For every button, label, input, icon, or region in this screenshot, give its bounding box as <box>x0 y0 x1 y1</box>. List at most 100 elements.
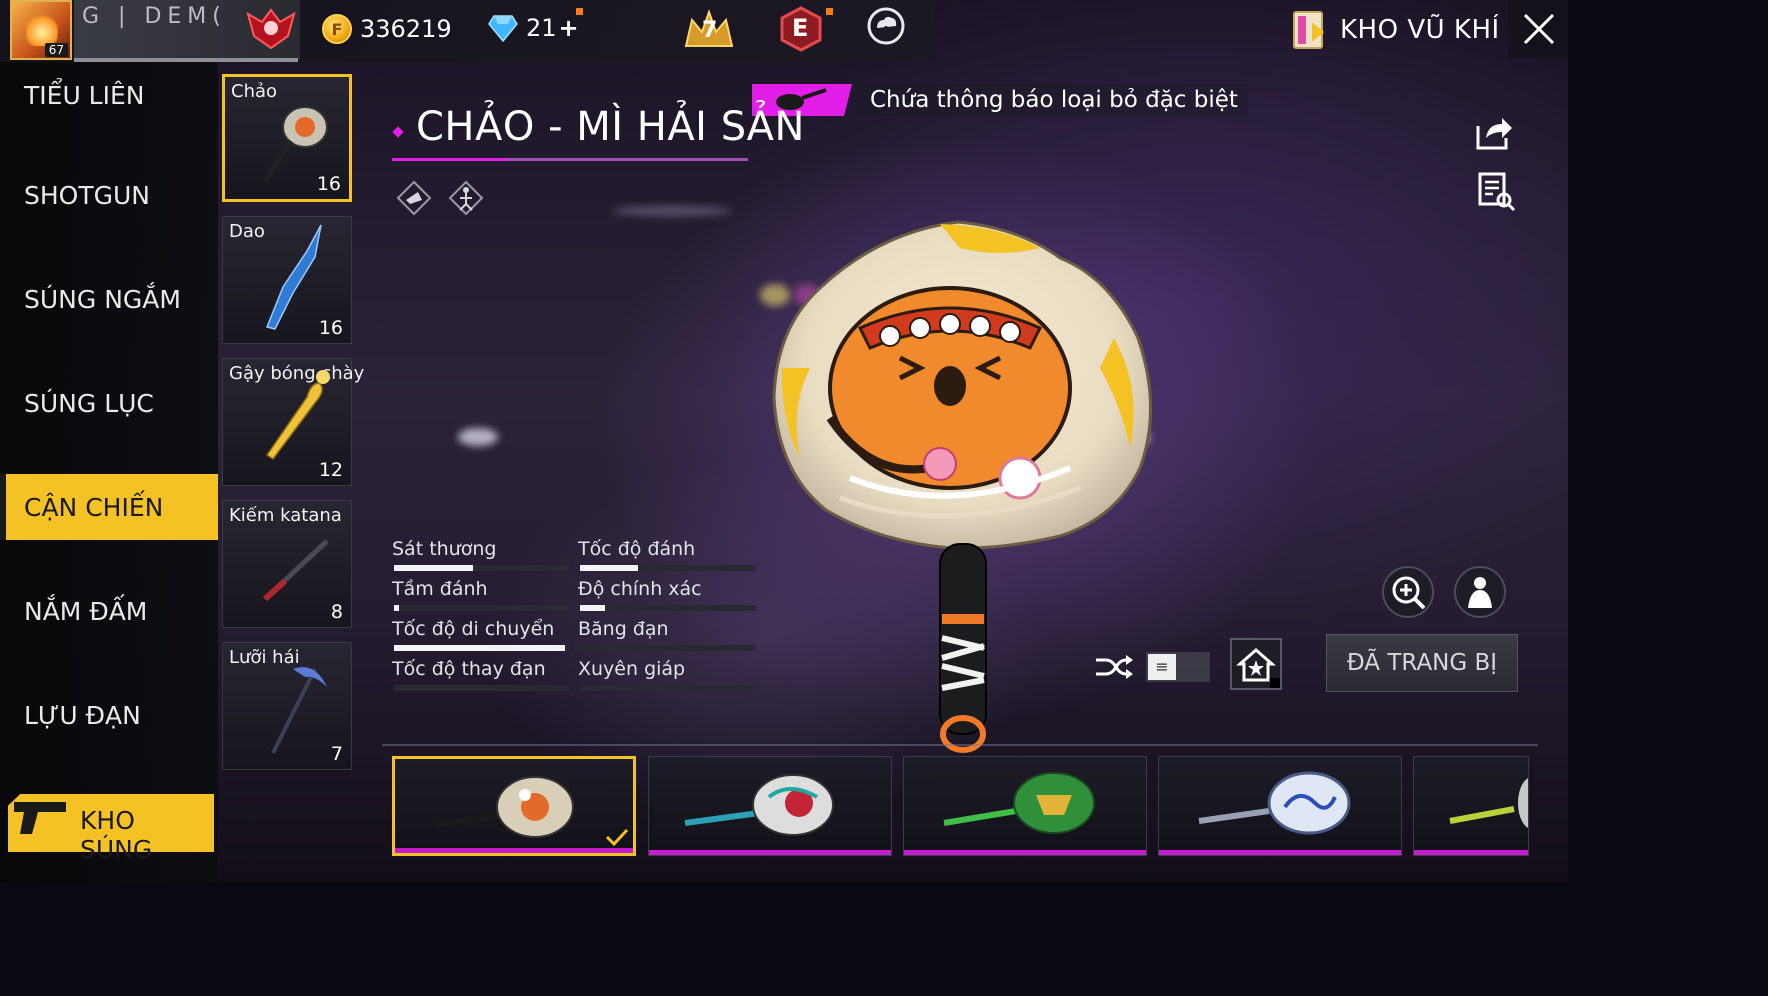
close-button[interactable] <box>1508 0 1568 58</box>
category-nam-dam[interactable]: NẮM ĐẤM <box>0 578 218 644</box>
category-shotgun[interactable]: SHOTGUN <box>0 162 218 228</box>
skin-option[interactable] <box>1158 756 1402 856</box>
player-level: 67 <box>44 43 68 57</box>
stat-range: Tầm đánh <box>392 576 570 616</box>
view-toggle[interactable]: ≡ <box>1146 652 1210 682</box>
rarity-bar <box>1159 850 1401 855</box>
stat-bar <box>580 605 756 611</box>
equipped-button[interactable]: ĐÃ TRANG BỊ <box>1326 634 1518 692</box>
category-sidebar: TIỂU LIÊN SHOTGUN SÚNG NGẮM SÚNG LỤC CẬN… <box>0 62 218 883</box>
notification-dot <box>826 8 833 15</box>
weapon-count: 8 <box>330 601 343 623</box>
share-button[interactable] <box>1472 110 1518 156</box>
skin-option[interactable] <box>648 756 892 856</box>
equipped-label: ĐÃ TRANG BỊ <box>1346 650 1498 676</box>
category-luu-dan[interactable]: LỰU ĐẠN <box>0 682 218 748</box>
weapon-card-chao[interactable]: Chảo 16 <box>222 74 352 202</box>
attack-tag-icon <box>396 180 432 216</box>
weapon-card-gay-bong-chay[interactable]: Gậy bóng chày 12 <box>222 358 364 486</box>
diamond-amount: 21 <box>526 14 557 42</box>
home-star-icon <box>1236 648 1280 688</box>
player-avatar[interactable]: 67 <box>10 0 72 60</box>
weapon-card-kiem-katana[interactable]: Kiếm katana 8 <box>222 500 352 628</box>
pistol-icon <box>14 802 66 834</box>
special-notice[interactable]: Chứa thông báo loại bỏ đặc biệt <box>752 84 1248 116</box>
seafood-pan-skin-icon <box>434 776 574 838</box>
stat-label: Sát thương <box>392 538 497 560</box>
stat-label: Tốc độ thay đạn <box>392 658 546 680</box>
stat-label: Độ chính xác <box>578 578 702 600</box>
gold-coin-icon: F <box>322 14 352 44</box>
arsenal-label: KHO VŨ KHÍ <box>1340 15 1500 45</box>
category-label: LỰU ĐẠN <box>24 700 141 730</box>
category-label: SÚNG NGẮM <box>24 284 181 314</box>
character-preview-button[interactable] <box>1454 566 1506 618</box>
close-icon <box>1523 13 1555 45</box>
stat-bar <box>580 645 756 651</box>
graffiti-pan-skin-icon <box>684 774 834 836</box>
weapon-card-luoi-hai[interactable]: Lưỡi hái 7 <box>222 642 352 770</box>
weapon-stats-panel: Sát thương Tốc độ đánh Tầm đánh Độ chính… <box>392 536 756 696</box>
stat-magazine: Băng đạn <box>578 616 756 656</box>
arsenal-button[interactable]: KHO VŨ KHÍ <box>1290 8 1500 52</box>
stat-bar <box>580 685 756 691</box>
weapon-count: 16 <box>318 317 343 339</box>
gun-storage-button[interactable]: KHO SÚNG <box>8 794 214 864</box>
category-sung-luc[interactable]: SÚNG LỤC <box>0 370 218 436</box>
cloud-download-button[interactable] <box>866 6 916 56</box>
stat-fill <box>394 565 474 571</box>
weapon-count: 12 <box>318 459 343 481</box>
skin-option[interactable] <box>392 756 636 856</box>
skin-strip-divider <box>382 744 1538 746</box>
details-button[interactable] <box>1474 170 1520 216</box>
notice-text: Chứa thông báo loại bỏ đặc biệt <box>860 84 1248 116</box>
toggle-knob: ≡ <box>1148 654 1176 680</box>
category-label: TIỂU LIÊN <box>24 80 145 110</box>
stat-reload-speed: Tốc độ thay đạn <box>392 656 570 696</box>
category-sung-ngam[interactable]: SÚNG NGẮM <box>0 266 218 332</box>
rank-number: 7 <box>702 18 718 43</box>
gun-storage-label: KHO SÚNG <box>80 806 153 864</box>
weapon-card-dao[interactable]: Dao 16 <box>222 216 352 344</box>
zoom-in-icon <box>1392 576 1426 610</box>
stat-label: Tốc độ đánh <box>578 538 696 560</box>
game-stage: 67 G | DEM( F 336219 21 + 7 E KHO VŨ KHÍ… <box>0 0 1568 883</box>
character-icon <box>1468 577 1492 608</box>
stat-bar <box>394 645 570 651</box>
skin-option[interactable] <box>903 756 1147 856</box>
gold-counter[interactable]: F 336219 <box>322 14 452 44</box>
stat-movement-speed: Tốc độ di chuyển <box>392 616 570 656</box>
gold-amount: 336219 <box>360 15 452 43</box>
rarity-bar <box>395 848 633 853</box>
stat-label: Xuyên giáp <box>578 658 686 680</box>
stat-fill <box>394 605 400 611</box>
category-label: SÚNG LỤC <box>24 388 154 418</box>
rarity-bar <box>904 850 1146 855</box>
title-underline <box>392 158 748 161</box>
item-title-block: CHẢO - MÌ HẢI SẢN <box>392 104 805 150</box>
zoom-button[interactable] <box>1382 566 1434 618</box>
skin-option[interactable] <box>1413 756 1529 856</box>
rank-badge[interactable]: 7 <box>682 6 734 56</box>
bg-light <box>458 428 498 446</box>
weapon-count: 7 <box>330 743 343 765</box>
category-can-chien[interactable]: CẬN CHIẾN <box>0 474 218 540</box>
elite-pass-button[interactable]: E <box>778 6 828 56</box>
shuffle-icon[interactable] <box>1094 652 1134 682</box>
add-diamond-button[interactable]: + <box>559 14 579 42</box>
diamond-counter[interactable]: 21 + <box>488 14 579 42</box>
stat-label: Băng đạn <box>578 618 669 640</box>
stat-armor-penetration: Xuyên giáp <box>578 656 756 696</box>
stat-label: Tầm đánh <box>392 578 488 600</box>
showcase-button[interactable] <box>1230 638 1282 690</box>
category-tieu-lien[interactable]: TIỂU LIÊN <box>0 62 218 128</box>
blue-dragon-pan-skin-icon <box>1198 771 1351 835</box>
notification-dot <box>576 8 583 15</box>
share-icon <box>1476 118 1512 150</box>
rarity-bar <box>649 850 891 855</box>
stat-bar <box>580 565 756 571</box>
stat-bar <box>394 605 570 611</box>
stat-fill <box>394 645 565 651</box>
top-bar: 67 G | DEM( F 336219 21 + 7 E KHO VŨ KHÍ <box>0 0 1568 62</box>
stat-bar <box>394 565 570 571</box>
